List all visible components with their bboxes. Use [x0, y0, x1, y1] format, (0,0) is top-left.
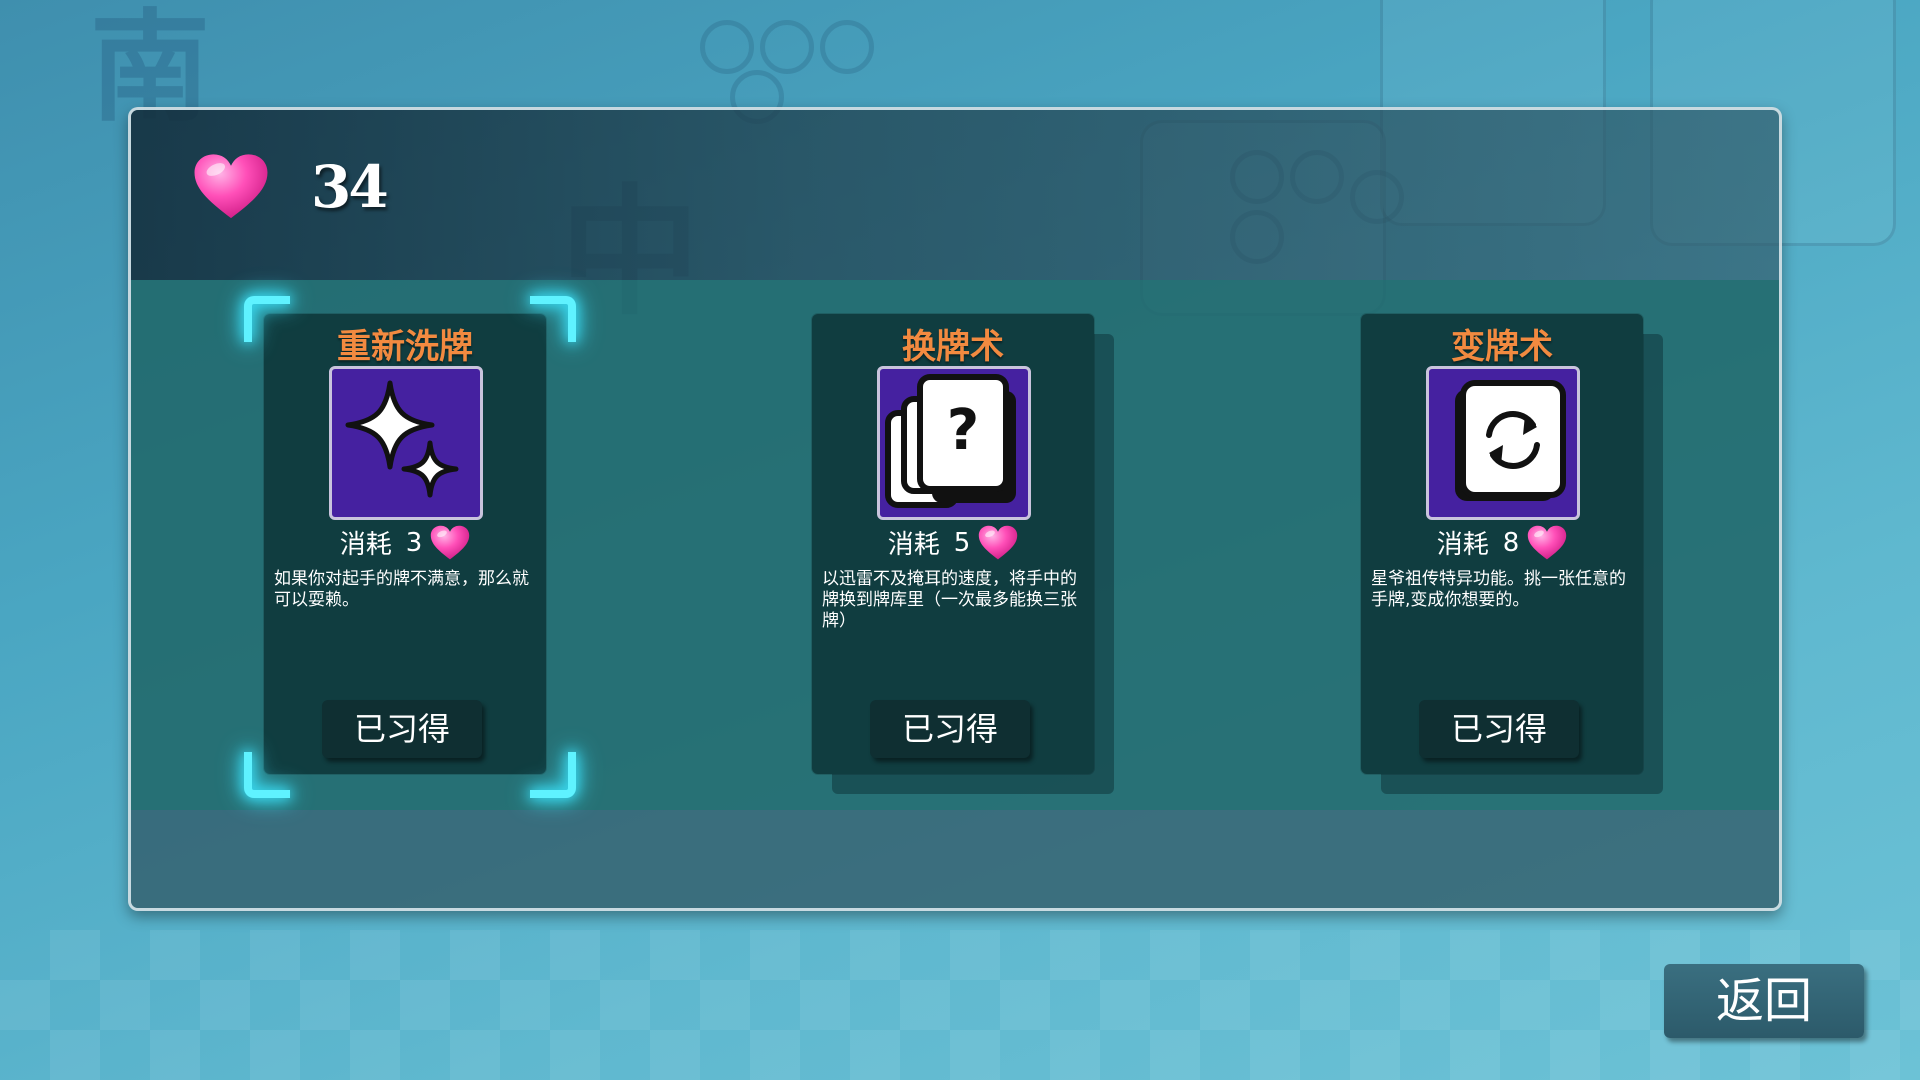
cost-value: 8 [1502, 527, 1520, 558]
selection-bracket-top-right [530, 296, 576, 342]
skill-card-swap[interactable]: 换牌术 ? 消耗 5 以迅雷不及掩耳的速度，将手中的牌换到牌库里（一次最多能换三… [812, 314, 1114, 794]
skill-description: 星爷祖传特异功能。挑一张任意的手牌,变成你想要的。 [1371, 569, 1626, 610]
heart-icon [431, 525, 470, 559]
card-body: 变牌术 消耗 8 星爷祖传特异功能。挑一张任意的手牌,变成你想要的。 已习得 [1361, 314, 1643, 774]
question-cards-icon: ? [877, 366, 1031, 520]
panel-footer [131, 810, 1779, 908]
svg-text:?: ? [947, 398, 979, 463]
heart-icon [194, 154, 268, 219]
sparkles-icon [329, 366, 483, 520]
learned-button[interactable]: 已习得 [1419, 700, 1579, 758]
cost-row: 消耗 5 [812, 524, 1094, 561]
cost-value: 5 [953, 527, 971, 558]
selection-bracket-bottom-left [244, 752, 290, 798]
skill-title: 变牌术 [1451, 327, 1553, 367]
selection-bracket-top-left [244, 296, 290, 342]
cost-row: 消耗 3 [264, 524, 546, 561]
learned-button[interactable]: 已习得 [322, 700, 482, 758]
heart-count: 34 [311, 153, 389, 221]
skill-title: 重新洗牌 [337, 327, 473, 367]
cost-row: 消耗 8 [1361, 524, 1643, 561]
back-button[interactable]: 返回 [1664, 964, 1864, 1038]
skill-description: 如果你对起手的牌不满意，那么就可以耍赖。 [274, 569, 529, 610]
refresh-card-icon [1426, 366, 1580, 520]
heart-icon [979, 525, 1018, 559]
skill-card-transform[interactable]: 变牌术 消耗 8 星爷祖传特异功能。挑一张任意的手牌,变成你想要的。 已习得 [1361, 314, 1663, 794]
cost-label: 消耗 [1436, 530, 1489, 560]
skill-description: 以迅雷不及掩耳的速度，将手中的牌换到牌库里（一次最多能换三张牌） [822, 569, 1077, 631]
card-body: 换牌术 ? 消耗 5 以迅雷不及掩耳的速度，将手中的牌换到牌库里（一次最多能换三… [812, 314, 1094, 774]
bg-checker-floor [0, 930, 1920, 1080]
card-body: 重新洗牌 消耗 3 如果你对起手的牌不满意，那么就可以耍赖。 已习得 [264, 314, 546, 774]
cost-label: 消耗 [887, 530, 940, 560]
learned-button[interactable]: 已习得 [870, 700, 1030, 758]
cost-value: 3 [405, 527, 423, 558]
selection-bracket-bottom-right [530, 752, 576, 798]
skill-title: 换牌术 [902, 327, 1004, 367]
heart-icon [1528, 525, 1567, 559]
heart-counter: 34 [193, 152, 389, 222]
skill-card-reshuffle[interactable]: 重新洗牌 消耗 3 如果你对起手的牌不满意，那么就可以耍赖。 已习得 [264, 314, 546, 774]
cost-label: 消耗 [339, 530, 392, 560]
